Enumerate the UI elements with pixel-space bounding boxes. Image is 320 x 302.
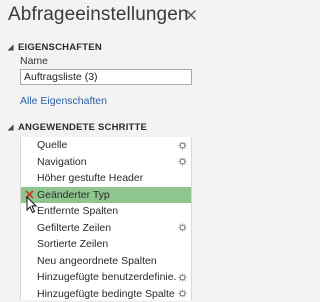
- properties-section-header[interactable]: EIGENSCHAFTEN: [6, 41, 102, 53]
- applied-step-label: Höher gestufte Header: [37, 172, 143, 184]
- applied-step-item[interactable]: Höher gestufte Header: [21, 170, 191, 187]
- gear-icon[interactable]: [178, 273, 187, 282]
- gear-icon[interactable]: [178, 157, 187, 166]
- query-settings-pane: Abfrageeinstellungen EIGENSCHAFTEN Name …: [0, 0, 216, 300]
- properties-header: EIGENSCHAFTEN: [18, 42, 102, 53]
- applied-step-item[interactable]: Entfernte Spalten: [21, 203, 191, 220]
- close-button[interactable]: [182, 6, 200, 24]
- applied-step-label: Navigation: [37, 156, 87, 168]
- applied-step-label: Quelle: [37, 139, 67, 151]
- applied-step-label: Sortierte Zeilen: [37, 238, 108, 250]
- applied-steps-section-header[interactable]: ANGEWENDETE SCHRITTE: [6, 121, 147, 133]
- applied-steps-header: ANGEWENDETE SCHRITTE: [18, 122, 147, 133]
- applied-step-item[interactable]: Neu angeordnete Spalten: [21, 253, 191, 270]
- applied-step-label: Neu angeordnete Spalten: [37, 255, 157, 267]
- applied-step-item[interactable]: Sortierte Zeilen: [21, 236, 191, 253]
- applied-step-label: Gefilterte Zeilen: [37, 222, 111, 234]
- applied-step-item[interactable]: Navigation: [21, 154, 191, 171]
- all-properties-link[interactable]: Alle Eigenschaften: [20, 95, 107, 107]
- gear-icon[interactable]: [178, 141, 187, 150]
- name-label: Name: [20, 55, 48, 67]
- applied-steps-list: Quelle Navigation Höher gestufte Header Geä…: [20, 137, 192, 300]
- gear-icon[interactable]: [178, 223, 187, 232]
- applied-step-label: Geänderter Typ: [37, 189, 110, 201]
- mouse-pointer-icon: [26, 196, 38, 214]
- applied-step-item[interactable]: Hinzugefügte benutzerdefinie...: [21, 269, 191, 286]
- applied-step-item[interactable]: Quelle: [21, 137, 191, 154]
- applied-step-label: Hinzugefügte bedingte Spalte: [37, 288, 175, 300]
- gear-icon[interactable]: [178, 289, 187, 298]
- close-icon: [185, 9, 197, 21]
- pane-title: Abfrageeinstellungen: [8, 4, 189, 26]
- applied-step-label: Hinzugefügte benutzerdefinie...: [37, 271, 177, 283]
- name-field[interactable]: [20, 69, 192, 85]
- applied-step-label: Entfernte Spalten: [37, 205, 118, 217]
- collapse-triangle-icon: [6, 43, 14, 51]
- applied-step-item[interactable]: Gefilterte Zeilen: [21, 220, 191, 237]
- collapse-triangle-icon: [6, 123, 14, 131]
- applied-step-item[interactable]: Geänderter Typ: [21, 187, 191, 204]
